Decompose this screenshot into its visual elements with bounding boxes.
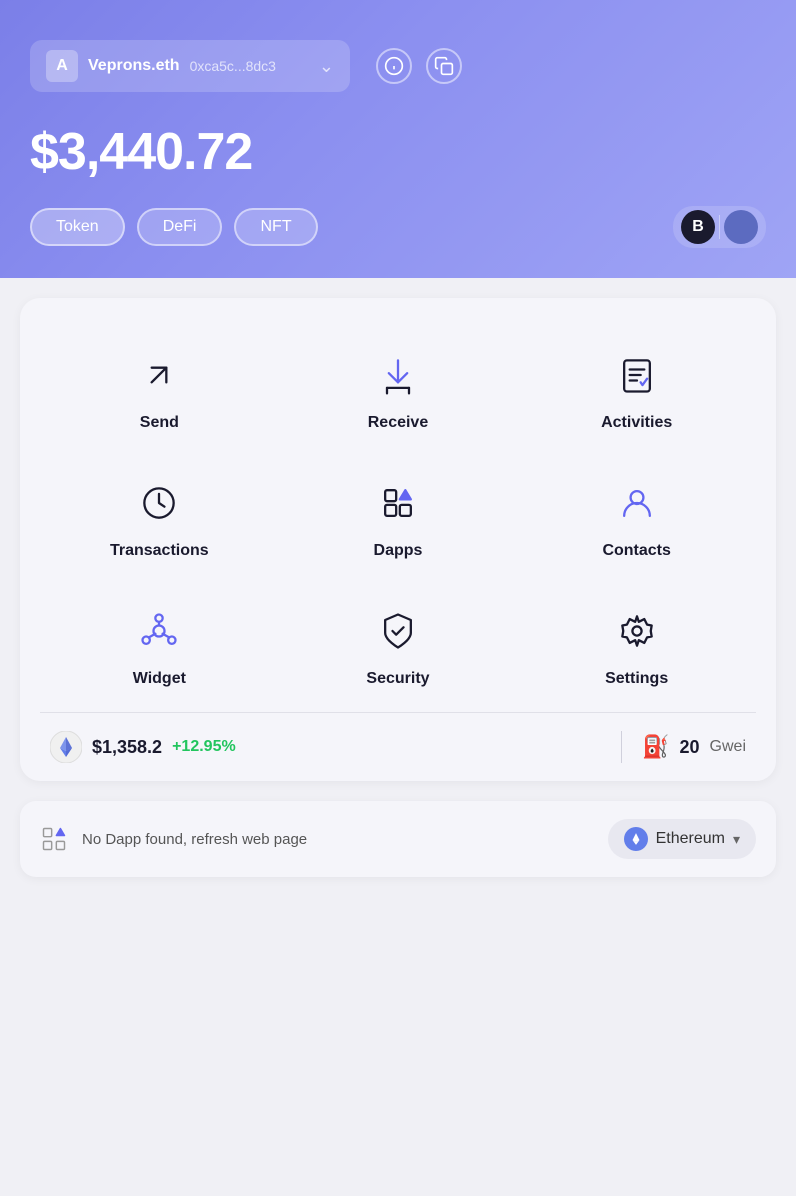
activities-button[interactable]: Activities	[517, 328, 756, 456]
partner-chart-logo[interactable]	[724, 210, 758, 244]
bottom-divider	[621, 731, 622, 763]
tab-defi[interactable]: DeFi	[137, 208, 223, 246]
copy-button[interactable]	[426, 48, 462, 84]
partner-b-logo[interactable]: B	[681, 210, 715, 244]
widget-button[interactable]: Widget	[40, 584, 279, 712]
address-bar[interactable]: A Veprons.eth 0xca5c...8dc3 ⌄	[30, 40, 350, 92]
tab-token[interactable]: Token	[30, 208, 125, 246]
security-icon	[371, 604, 425, 658]
widget-icon	[132, 604, 186, 658]
avatar: A	[46, 50, 78, 82]
send-icon	[132, 348, 186, 402]
settings-label: Settings	[605, 670, 668, 688]
dapps-button[interactable]: Dapps	[279, 456, 518, 584]
activities-label: Activities	[601, 414, 672, 432]
partner-divider	[719, 215, 720, 239]
eth-price-value: $1,358.2	[92, 737, 162, 758]
eth-price-section[interactable]: $1,358.2 +12.95%	[50, 731, 601, 763]
contacts-icon	[610, 476, 664, 530]
footer-bar: No Dapp found, refresh web page Ethereum…	[20, 801, 776, 877]
send-label: Send	[140, 414, 179, 432]
chevron-down-icon: ⌄	[319, 56, 334, 77]
gas-pump-icon: ⛽	[642, 734, 669, 760]
eth-price-change: +12.95%	[172, 738, 236, 756]
network-label: Ethereum	[656, 830, 725, 848]
card-bottom-bar: $1,358.2 +12.95% ⛽ 20 Gwei	[40, 712, 756, 781]
receive-label: Receive	[368, 414, 429, 432]
contacts-label: Contacts	[602, 542, 670, 560]
tab-nft[interactable]: NFT	[234, 208, 317, 246]
dapps-icon	[371, 476, 425, 530]
action-grid: Send Receive	[40, 328, 756, 712]
contacts-button[interactable]: Contacts	[517, 456, 756, 584]
footer-dapps-icon	[40, 825, 68, 853]
transactions-button[interactable]: Transactions	[40, 456, 279, 584]
network-eth-icon	[624, 827, 648, 851]
main-card: Send Receive	[20, 298, 776, 781]
header-section: A Veprons.eth 0xca5c...8dc3 ⌄ $3,44	[0, 0, 796, 278]
footer-left: No Dapp found, refresh web page	[40, 825, 307, 853]
transactions-icon	[132, 476, 186, 530]
widget-label: Widget	[133, 670, 186, 688]
eth-logo	[50, 731, 82, 763]
receive-button[interactable]: Receive	[279, 328, 518, 456]
info-button[interactable]	[376, 48, 412, 84]
security-button[interactable]: Security	[279, 584, 518, 712]
dapps-label: Dapps	[374, 542, 423, 560]
balance-display: $3,440.72	[30, 122, 766, 182]
partner-logos: B	[673, 206, 766, 248]
settings-button[interactable]: Settings	[517, 584, 756, 712]
gas-section: ⛽ 20 Gwei	[642, 734, 746, 760]
activities-icon	[610, 348, 664, 402]
send-button[interactable]: Send	[40, 328, 279, 456]
gas-unit: Gwei	[710, 738, 746, 756]
receive-icon	[371, 348, 425, 402]
security-label: Security	[366, 670, 429, 688]
transactions-label: Transactions	[110, 542, 209, 560]
network-selector[interactable]: Ethereum ▾	[608, 819, 756, 859]
settings-icon	[610, 604, 664, 658]
dropdown-arrow-icon: ▾	[733, 831, 740, 848]
gas-value: 20	[680, 737, 700, 758]
tab-row: Token DeFi NFT B	[30, 206, 766, 248]
no-dapp-text: No Dapp found, refresh web page	[82, 831, 307, 848]
wallet-address: 0xca5c...8dc3	[190, 58, 276, 74]
wallet-name: Veprons.eth	[88, 57, 180, 75]
